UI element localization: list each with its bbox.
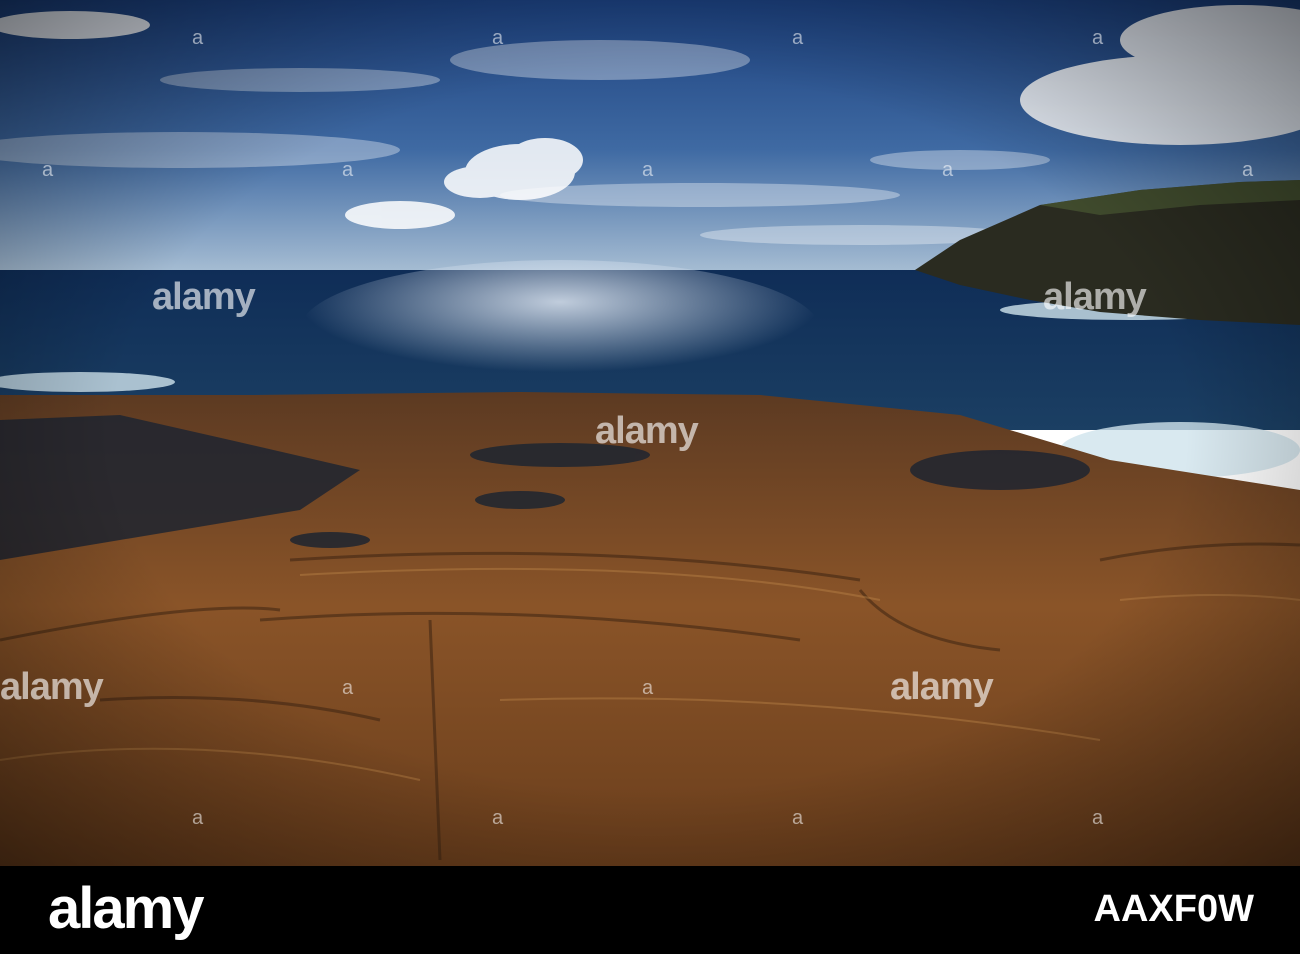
watermark-logo: alamy (1043, 276, 1147, 318)
watermark-logo: alamy (595, 410, 699, 452)
watermark-mark: a (792, 27, 804, 49)
watermark-mark: a (492, 807, 504, 829)
watermark-mark: a (1092, 807, 1104, 829)
watermark-mark: a (192, 807, 204, 829)
footer-bar: alamy AAXF0W (0, 866, 1300, 954)
watermark-logo: alamy (0, 666, 104, 708)
watermark-mark: a (342, 159, 354, 181)
watermark-mark: a (1092, 27, 1104, 49)
watermark-mark: a (1242, 159, 1254, 181)
watermark-mark: a (342, 677, 354, 699)
watermark-logo: alamy (890, 666, 994, 708)
watermark-mark: a (492, 27, 504, 49)
watermark-mark: a (642, 159, 654, 181)
watermark-mark: a (642, 677, 654, 699)
watermark-mark: a (792, 807, 804, 829)
image-id-label: AAXF0W (1093, 888, 1254, 930)
watermark-mark: a (942, 159, 954, 181)
watermark-logo: alamy (152, 276, 256, 318)
watermark-mark: a (42, 159, 54, 181)
brand-logo: alamy (48, 876, 204, 941)
watermark-mark: a (192, 27, 204, 49)
